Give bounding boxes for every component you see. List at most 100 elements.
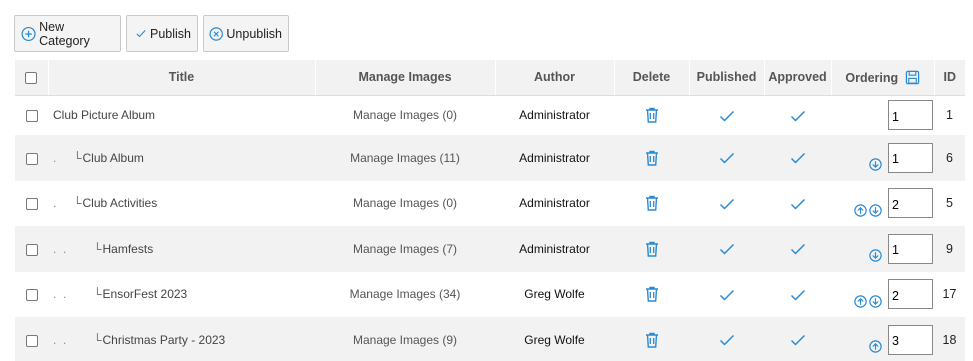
publish-button[interactable]: Publish <box>126 15 198 52</box>
approved-check-icon[interactable] <box>790 333 806 347</box>
tree-branch-icon: └ <box>73 196 82 211</box>
approved-cell <box>764 226 831 272</box>
delete-cell <box>614 135 689 181</box>
indent-dots: . <box>53 196 57 211</box>
category-title-link[interactable]: Club Album <box>83 151 144 165</box>
approved-check-icon[interactable] <box>790 151 806 165</box>
published-check-icon[interactable] <box>719 288 735 302</box>
row-checkbox[interactable] <box>25 289 38 302</box>
ordering-arrows <box>854 204 882 217</box>
row-checkbox[interactable] <box>25 198 38 211</box>
category-title-link[interactable]: Christmas Party - 2023 <box>103 333 226 347</box>
row-checkbox[interactable] <box>25 110 38 123</box>
row-select-cell <box>15 95 48 135</box>
select-all-checkbox[interactable] <box>25 71 38 84</box>
row-checkbox[interactable] <box>25 152 38 165</box>
unpublish-label: Unpublish <box>226 26 282 41</box>
ordering-input[interactable] <box>888 188 933 219</box>
manage-images-link[interactable]: Manage Images (34) <box>315 271 495 317</box>
indent-dots: . . <box>53 241 67 256</box>
published-check-icon[interactable] <box>719 109 735 123</box>
category-title-link[interactable]: EnsorFest 2023 <box>103 287 188 301</box>
approved-check-icon[interactable] <box>790 288 806 302</box>
published-header[interactable]: Published <box>688 60 764 96</box>
ordering-input[interactable] <box>888 142 933 173</box>
ordering-cell <box>831 317 934 361</box>
category-title-link[interactable]: Hamfests <box>103 242 154 256</box>
row-select-cell <box>15 226 48 272</box>
author-header[interactable]: Author <box>494 60 614 96</box>
author-cell: Administrator <box>495 135 614 181</box>
tree-branch-icon: └ <box>93 287 102 302</box>
floppy-disk-icon[interactable] <box>905 70 920 85</box>
title-cell: . . └Hamfests <box>48 226 315 272</box>
category-title-link[interactable]: Club Activities <box>83 196 158 210</box>
published-check-icon[interactable] <box>719 151 735 165</box>
publish-label: Publish <box>150 26 191 41</box>
ordering-cell <box>831 226 934 272</box>
category-title-link[interactable]: Club Picture Album <box>53 108 155 122</box>
title-cell: . . └Christmas Party - 2023 <box>48 317 315 361</box>
trash-icon[interactable] <box>644 240 660 258</box>
title-cell: Club Picture Album <box>48 95 315 135</box>
published-cell <box>689 271 764 317</box>
ordering-input[interactable] <box>888 100 933 131</box>
arrow-down-circle-icon[interactable] <box>869 249 882 262</box>
trash-icon[interactable] <box>644 106 660 124</box>
id-header[interactable]: ID <box>933 60 965 96</box>
manage-images-link[interactable]: Manage Images (0) <box>315 180 495 226</box>
row-checkbox[interactable] <box>25 334 38 347</box>
title-header[interactable]: Title <box>47 60 315 96</box>
arrow-down-circle-icon[interactable] <box>869 295 882 308</box>
title-cell: . . └EnsorFest 2023 <box>48 271 315 317</box>
id-cell: 18 <box>934 317 965 361</box>
approved-header[interactable]: Approved <box>763 60 831 96</box>
trash-icon[interactable] <box>644 285 660 303</box>
author-cell: Greg Wolfe <box>495 271 614 317</box>
manage-images-link[interactable]: Manage Images (9) <box>315 317 495 361</box>
ordering-cell <box>831 180 934 226</box>
author-cell: Administrator <box>495 180 614 226</box>
arrow-down-circle-icon[interactable] <box>869 204 882 217</box>
ordering-input[interactable] <box>888 233 933 264</box>
indent-dots: . . <box>53 287 67 302</box>
arrow-down-circle-icon[interactable] <box>869 158 882 171</box>
check-icon <box>136 30 146 38</box>
unpublish-button[interactable]: Unpublish <box>203 15 289 52</box>
arrow-up-circle-icon[interactable] <box>869 340 882 353</box>
arrow-up-circle-icon[interactable] <box>854 204 867 217</box>
trash-icon[interactable] <box>644 194 660 212</box>
table-row: . └Club Activities Manage Images (0) Admini… <box>15 180 965 226</box>
published-check-icon[interactable] <box>719 197 735 211</box>
published-check-icon[interactable] <box>719 242 735 256</box>
new-category-label: New Category <box>39 19 90 48</box>
manage-images-link[interactable]: Manage Images (11) <box>315 135 495 181</box>
ordering-input[interactable] <box>888 324 933 355</box>
ordering-header[interactable]: Ordering <box>830 60 934 96</box>
published-cell <box>689 226 764 272</box>
ordering-input[interactable] <box>888 279 933 310</box>
approved-check-icon[interactable] <box>790 242 806 256</box>
toolbar: New Category Publish Unpublish <box>14 15 289 52</box>
approved-cell <box>764 135 831 181</box>
ordering-cell <box>831 135 934 181</box>
table-row: . . └Christmas Party - 2023 Manage Images … <box>15 317 965 361</box>
arrow-up-circle-icon[interactable] <box>854 295 867 308</box>
approved-check-icon[interactable] <box>790 109 806 123</box>
approved-check-icon[interactable] <box>790 197 806 211</box>
manage-images-link[interactable]: Manage Images (0) <box>315 95 495 135</box>
delete-cell <box>614 317 689 361</box>
manage-images-link[interactable]: Manage Images (7) <box>315 226 495 272</box>
trash-icon[interactable] <box>644 331 660 349</box>
id-cell: 9 <box>934 226 965 272</box>
row-checkbox[interactable] <box>25 243 38 256</box>
new-category-button[interactable]: New Category <box>14 15 121 52</box>
published-check-icon[interactable] <box>719 333 735 347</box>
published-cell <box>689 317 764 361</box>
id-cell: 17 <box>934 271 965 317</box>
trash-icon[interactable] <box>644 149 660 167</box>
table-row: . . └EnsorFest 2023 Manage Images (34) Greg… <box>15 271 965 317</box>
approved-cell <box>764 271 831 317</box>
tree-branch-icon: └ <box>93 241 102 256</box>
id-cell: 6 <box>934 135 965 181</box>
